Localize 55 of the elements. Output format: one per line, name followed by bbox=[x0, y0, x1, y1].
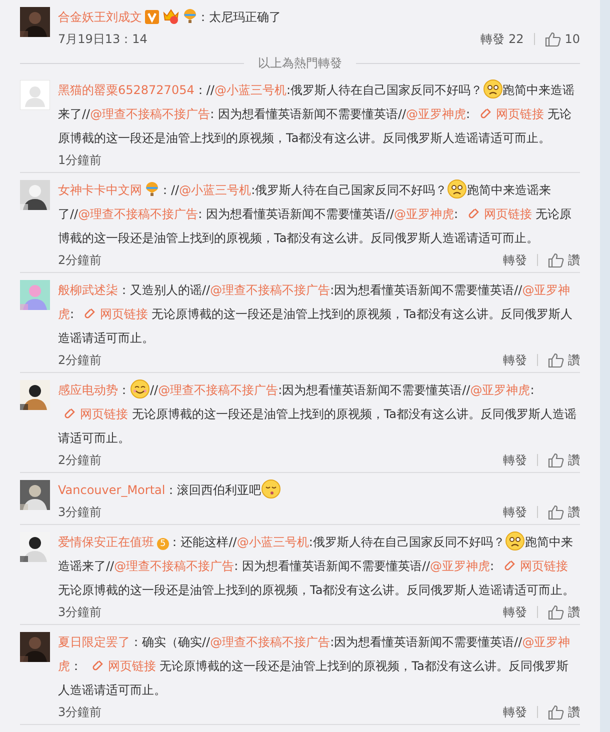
link-icon bbox=[480, 107, 492, 119]
link-icon bbox=[92, 659, 104, 671]
comment-text: 黑猫的罂粟6528727054：//@小蓝三号机:俄罗斯人待在自己国家反同不好吗？ 跑简中来造谣来了//@理查不接稿不接广告: 因为想看懂英语新闻不需要懂英语//@亚罗神虎: 网页链接 无论原博截的这一段还是油管上找到的原视频，Ta都没有这么讲。反同俄罗斯人造谣请适可而止。 bbox=[58, 78, 580, 150]
section-divider-label: 以上為熱門轉發 bbox=[258, 55, 342, 72]
like-button[interactable]: 讚 bbox=[538, 702, 580, 722]
repost-link[interactable]: 轉發 bbox=[493, 702, 537, 722]
repost-link[interactable]: 轉發 bbox=[493, 450, 537, 470]
fan-level-badge: 5 bbox=[157, 538, 169, 550]
repost-link[interactable]: 轉發 bbox=[493, 602, 537, 622]
sad-face-icon bbox=[504, 531, 525, 551]
repost-link[interactable]: 轉發 bbox=[493, 502, 537, 522]
sad-face-icon bbox=[447, 179, 468, 199]
smiling-face-icon bbox=[130, 379, 150, 399]
verified-badge-icon bbox=[145, 10, 159, 24]
comment-time: 3分鐘前 bbox=[58, 604, 103, 621]
like-button[interactable]: 讚 bbox=[538, 450, 580, 470]
comment-text: 般柳武述柒：又造别人的谣//@理查不接稿不接广告:因为想看懂英语新闻不需要懂英语//@亚罗神虎: 网页链接 无论原博截的这一段还是油管上找到的原视频，Ta都没有这么讲。反同俄罗斯人造谣请适可而止。 bbox=[58, 282, 574, 347]
link-icon bbox=[468, 207, 480, 219]
thumbs-up-icon bbox=[548, 504, 564, 520]
like-button[interactable]: 10 bbox=[534, 29, 580, 49]
comment-text: 合金妖王刘成文 ：太尼玛正确了 bbox=[58, 7, 282, 26]
balloon-icon bbox=[145, 181, 159, 197]
thumbs-up-icon bbox=[548, 704, 564, 720]
link-icon bbox=[504, 559, 516, 571]
comment-text: Vancouver_Mortal：滚回西伯利亚吧 bbox=[58, 478, 580, 502]
sad-face-icon bbox=[482, 79, 502, 99]
comment-time: 2分鐘前 bbox=[58, 252, 103, 269]
thumbs-up-icon bbox=[548, 352, 564, 368]
like-button[interactable]: 讚 bbox=[538, 350, 580, 370]
thumbs-up-icon bbox=[548, 252, 564, 268]
comment-time: 1分鐘前 bbox=[58, 152, 103, 169]
crown-icon bbox=[162, 8, 180, 24]
comment-text: 爱情保安正在值班 5 ：还能这样//@小蓝三号机:俄罗斯人待在自己国家反同不好吗？ 跑简中来造谣来了//@理查不接稿不接广告: 因为想看懂英语新闻不需要懂英语//@亚罗神虎: 网页链接 无论原博截的这一段还是油管上找到的原视频，Ta都没有这么讲。反同俄罗斯人造谣请适可而止。 bbox=[58, 530, 580, 602]
comment-time: 2分鐘前 bbox=[58, 452, 103, 469]
comment-text: 女神卡卡中文网 ：//@小蓝三号机:俄罗斯人待在自己国家反同不好吗？ 跑简中来造谣来了//@理查不接稿不接广告: 因为想看懂英语新闻不需要懂英语//@亚罗神虎: 网页链接 无论原博截的这一段还是油管上找到的原视频，Ta都没有这么讲。反同俄罗斯人造谣请适可而止。 bbox=[58, 178, 580, 250]
comment-time: 2分鐘前 bbox=[58, 352, 103, 369]
link-icon bbox=[64, 407, 76, 419]
thumbs-up-icon bbox=[548, 452, 564, 468]
repost-link[interactable]: 轉發 bbox=[493, 350, 537, 370]
thumbs-up-icon bbox=[544, 32, 561, 46]
comment-text: 感应电动势： //@理查不接稿不接广告:因为想看懂英语新闻不需要懂英语//@亚罗神虎: 网页链接 无论原博截的这一段还是油管上找到的原视频，Ta都没有这么讲。反同俄罗斯人造谣请适可而止。 bbox=[58, 378, 580, 450]
like-button[interactable]: 讚 bbox=[538, 602, 580, 622]
comment-text: 夏日限定罢了：确实（确实//@理查不接稿不接广告:因为想看懂英语新闻不需要懂英语//@亚罗神虎： 网页链接 无论原博截的这一段还是油管上找到的原视频，Ta都没有这么讲。反同俄罗斯人造谣请适可而止。 bbox=[58, 634, 572, 699]
thumbs-up-icon bbox=[548, 604, 564, 620]
repost-link[interactable]: 轉發 22 bbox=[470, 29, 534, 49]
comment-time: 7月19日13：14 bbox=[58, 31, 148, 48]
link-icon bbox=[84, 307, 96, 319]
repost-link[interactable]: 轉發 bbox=[493, 250, 537, 270]
default-avatar-icon bbox=[20, 80, 50, 110]
like-button[interactable]: 讚 bbox=[538, 250, 580, 270]
comment-time: 3分鐘前 bbox=[58, 504, 103, 521]
balloon-icon bbox=[183, 8, 197, 24]
like-button[interactable]: 讚 bbox=[538, 502, 580, 522]
comment-time: 3分鐘前 bbox=[58, 704, 103, 721]
kissing-face-icon bbox=[261, 479, 282, 499]
